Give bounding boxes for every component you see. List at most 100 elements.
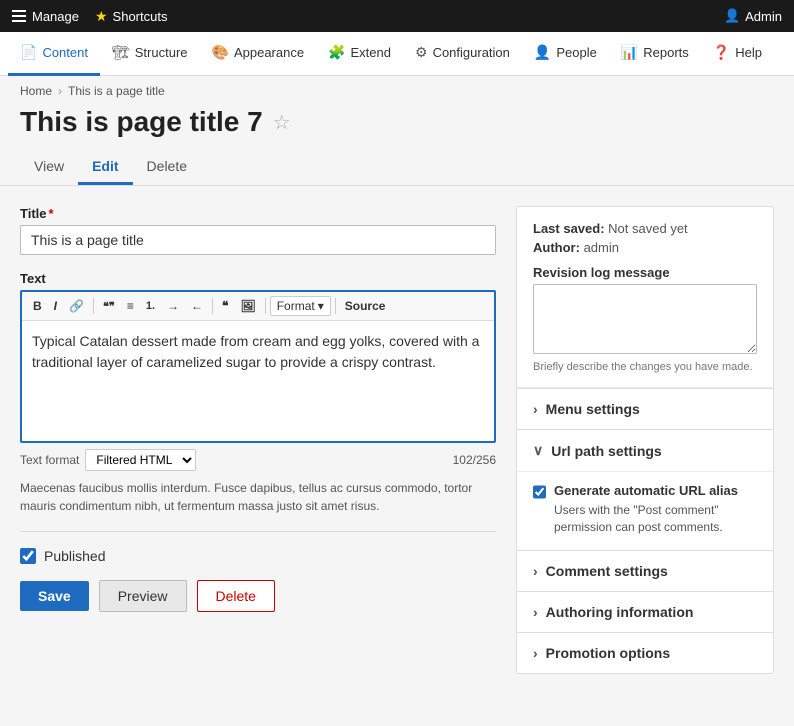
revision-textarea[interactable] bbox=[533, 284, 757, 354]
side-column: Last saved: Not saved yet Author: admin … bbox=[516, 206, 774, 706]
nav-reports-label: Reports bbox=[643, 45, 689, 60]
toolbar-indent-more[interactable]: → bbox=[162, 297, 184, 315]
accordion-promotion-options: › Promotion options bbox=[517, 632, 773, 673]
nav-item-help[interactable]: ❓ Help bbox=[701, 32, 774, 76]
breadcrumb: Home › This is a page title bbox=[0, 76, 794, 102]
chevron-right-icon-4: › bbox=[533, 645, 538, 661]
url-alias-label[interactable]: Generate automatic URL alias bbox=[554, 483, 738, 498]
accordion-promotion-options-header[interactable]: › Promotion options bbox=[517, 633, 773, 673]
text-format-select[interactable]: Filtered HTML Full HTML Plain text bbox=[85, 449, 196, 471]
toolbar-blockquote[interactable]: ❝❞ bbox=[98, 298, 120, 315]
toolbar-image[interactable]: 🖼 bbox=[235, 297, 260, 315]
accordion-comment-settings: › Comment settings bbox=[517, 550, 773, 591]
people-icon: 👤 bbox=[534, 44, 551, 61]
title-field: Title* bbox=[20, 206, 496, 255]
nav-structure-label: Structure bbox=[135, 45, 188, 60]
bookmark-icon[interactable]: ☆ bbox=[273, 110, 291, 135]
accordion-menu-settings-header[interactable]: › Menu settings bbox=[517, 389, 773, 429]
nav-item-people[interactable]: 👤 People bbox=[522, 32, 609, 76]
configuration-icon: ⚙ bbox=[415, 44, 428, 61]
text-field: Text B I 🔗 ❝❞ ≡ 1. → ← ❝ 🖼 bbox=[20, 271, 496, 515]
toolbar-sep-2 bbox=[212, 298, 213, 314]
editor-body[interactable]: Typical Catalan dessert made from cream … bbox=[22, 321, 494, 441]
nav-people-label: People bbox=[556, 45, 596, 60]
extend-icon: 🧩 bbox=[328, 44, 345, 61]
editor-help-text: Maecenas faucibus mollis interdum. Fusce… bbox=[20, 479, 496, 515]
shortcuts-label: Shortcuts bbox=[113, 9, 168, 24]
shortcuts-link[interactable]: ★ Shortcuts bbox=[95, 8, 167, 25]
menu-settings-label: Menu settings bbox=[546, 401, 640, 417]
user-icon: 👤 bbox=[724, 8, 740, 24]
char-count: 102/256 bbox=[453, 453, 496, 467]
revision-help: Briefly describe the changes you have ma… bbox=[533, 361, 757, 373]
accordion-url-path-header[interactable]: ∨ Url path settings bbox=[517, 430, 773, 471]
reports-icon: 📊 bbox=[621, 44, 638, 61]
nav-configuration-label: Configuration bbox=[433, 45, 510, 60]
revision-label: Revision log message bbox=[533, 265, 757, 280]
url-alias-help: Users with the "Post comment" permission… bbox=[554, 502, 757, 536]
nav-help-label: Help bbox=[735, 45, 762, 60]
admin-menu[interactable]: 👤 Admin bbox=[724, 8, 782, 24]
toolbar-ol[interactable]: 1. bbox=[141, 298, 160, 314]
nav-item-appearance[interactable]: 🎨 Appearance bbox=[200, 32, 317, 76]
nav-item-extend[interactable]: 🧩 Extend bbox=[316, 32, 403, 76]
tab-delete[interactable]: Delete bbox=[133, 150, 201, 185]
comment-settings-label: Comment settings bbox=[546, 563, 668, 579]
topbar: Manage ★ Shortcuts 👤 Admin bbox=[0, 0, 794, 32]
url-alias-checkbox[interactable] bbox=[533, 484, 546, 500]
toolbar-quote[interactable]: ❝ bbox=[217, 297, 233, 315]
breadcrumb-page: This is a page title bbox=[68, 84, 165, 98]
format-label: Format bbox=[277, 299, 315, 313]
published-label[interactable]: Published bbox=[44, 548, 106, 564]
save-button[interactable]: Save bbox=[20, 581, 89, 611]
toolbar-source[interactable]: Source bbox=[340, 297, 391, 315]
nav-appearance-label: Appearance bbox=[234, 45, 304, 60]
toolbar-bold[interactable]: B bbox=[28, 297, 47, 315]
main-column: Title* Text B I 🔗 ❝❞ ≡ 1. → bbox=[20, 206, 496, 706]
divider bbox=[20, 531, 496, 532]
page-title-area: This is page title 7 ☆ bbox=[0, 102, 794, 150]
author-value: admin bbox=[584, 240, 619, 255]
chevron-right-icon-2: › bbox=[533, 563, 538, 579]
last-saved-label: Last saved: bbox=[533, 221, 605, 236]
nav-item-content[interactable]: 📄 Content bbox=[8, 32, 100, 76]
nav-item-configuration[interactable]: ⚙ Configuration bbox=[403, 32, 522, 76]
chevron-right-icon-3: › bbox=[533, 604, 538, 620]
nav-item-reports[interactable]: 📊 Reports bbox=[609, 32, 701, 76]
delete-button[interactable]: Delete bbox=[197, 580, 275, 612]
toolbar-italic[interactable]: I bbox=[49, 297, 62, 315]
accordion-url-path-body: Generate automatic URL alias Users with … bbox=[517, 471, 773, 550]
star-icon: ★ bbox=[95, 8, 108, 25]
text-label: Text bbox=[20, 271, 496, 286]
chevron-down-icon: ∨ bbox=[533, 442, 543, 459]
toolbar-format-dropdown[interactable]: Format ▾ bbox=[270, 296, 331, 316]
nav-item-structure[interactable]: 🏗 Structure bbox=[100, 32, 200, 76]
source-label: Source bbox=[345, 299, 386, 313]
preview-button[interactable]: Preview bbox=[99, 580, 187, 612]
toolbar-link[interactable]: 🔗 bbox=[64, 297, 89, 315]
accordion-comment-settings-header[interactable]: › Comment settings bbox=[517, 551, 773, 591]
actions-row: Save Preview Delete bbox=[20, 580, 496, 612]
text-format-label: Text format bbox=[20, 453, 79, 467]
manage-menu[interactable]: Manage bbox=[12, 9, 79, 24]
side-panel: Last saved: Not saved yet Author: admin … bbox=[516, 206, 774, 674]
toolbar-sep-1 bbox=[93, 298, 94, 314]
accordion-authoring-info-header[interactable]: › Authoring information bbox=[517, 592, 773, 632]
authoring-info-label: Authoring information bbox=[546, 604, 694, 620]
accordion-menu-settings: › Menu settings bbox=[517, 388, 773, 429]
published-checkbox[interactable] bbox=[20, 548, 36, 564]
toolbar-indent-less[interactable]: ← bbox=[186, 297, 208, 315]
last-saved-row: Last saved: Not saved yet bbox=[533, 221, 757, 236]
toolbar-sep-4 bbox=[335, 298, 336, 314]
tab-view[interactable]: View bbox=[20, 150, 78, 185]
format-chevron-icon: ▾ bbox=[318, 299, 324, 313]
text-format-bar: Text format Filtered HTML Full HTML Plai… bbox=[20, 449, 496, 471]
help-icon: ❓ bbox=[713, 44, 730, 61]
tab-edit[interactable]: Edit bbox=[78, 150, 132, 185]
toolbar-ul[interactable]: ≡ bbox=[122, 297, 139, 315]
title-input[interactable] bbox=[20, 225, 496, 255]
url-alias-row: Generate automatic URL alias Users with … bbox=[533, 482, 757, 536]
main-wrapper: Home › This is a page title This is page… bbox=[0, 76, 794, 726]
breadcrumb-home[interactable]: Home bbox=[20, 84, 52, 98]
structure-icon: 🏗 bbox=[112, 44, 130, 61]
